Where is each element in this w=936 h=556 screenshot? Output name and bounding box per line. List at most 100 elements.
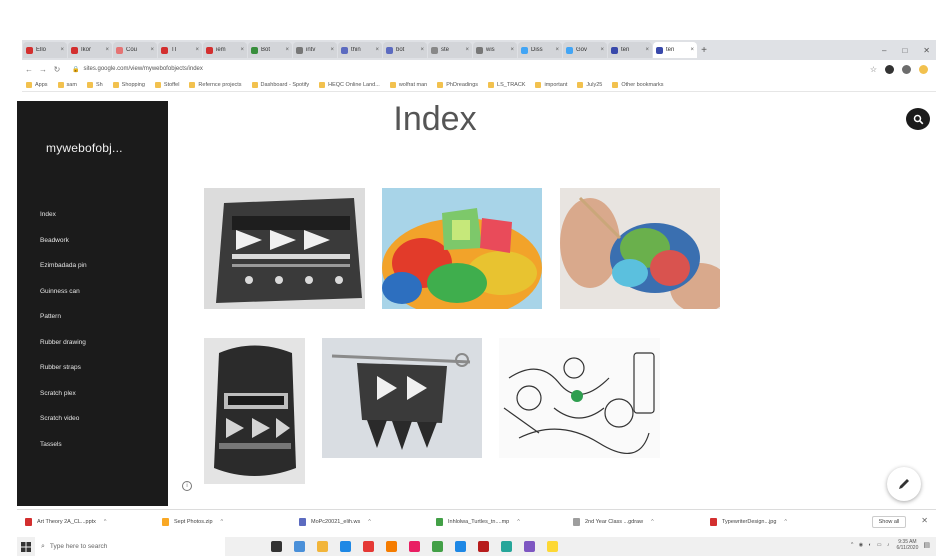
tab-close-icon[interactable]: ×: [510, 47, 514, 53]
browser-tab[interactable]: Diss ×: [518, 42, 562, 58]
taskbar-app-icon[interactable]: [478, 541, 489, 552]
chevron-up-icon[interactable]: ^: [784, 519, 787, 525]
nav-item[interactable]: Scratch video: [40, 406, 87, 432]
tab-close-icon[interactable]: ×: [285, 47, 289, 53]
notifications-icon[interactable]: ▤: [923, 541, 930, 549]
bookmark-item[interactable]: wolfrat man: [389, 81, 427, 88]
bookmark-item[interactable]: Dashboard - Spotify: [251, 81, 309, 88]
taskbar-app-icon[interactable]: [340, 541, 351, 552]
gallery-image-rubber-drawing[interactable]: [499, 338, 660, 458]
download-item[interactable]: Inhlolwa_Turtles_tn....mp ^: [428, 517, 565, 526]
browser-tab[interactable]: Cou ×: [113, 42, 157, 58]
browser-tab[interactable]: iem ×: [203, 42, 247, 58]
tray-icons[interactable]: ^ ◉ ◐ ▭ ♪: [851, 542, 892, 548]
nav-item[interactable]: Tassels: [40, 432, 87, 458]
minimize-button[interactable]: –: [882, 46, 886, 55]
tab-close-icon[interactable]: ×: [240, 47, 244, 53]
nav-item[interactable]: Ezimbadada pin: [40, 253, 87, 279]
close-window-button[interactable]: ✕: [923, 46, 930, 55]
info-icon[interactable]: i: [182, 481, 192, 491]
reload-icon[interactable]: ↻: [50, 65, 64, 74]
bookmark-item[interactable]: important: [535, 81, 567, 88]
download-item[interactable]: Art Theory 2A_CL...pptx ^: [17, 517, 154, 526]
url-field[interactable]: 🔒 sites.google.com/view/mywebofobjects/i…: [72, 63, 870, 75]
browser-tab[interactable]: wis ×: [473, 42, 517, 58]
maximize-button[interactable]: □: [902, 46, 907, 55]
bookmark-item[interactable]: Other bookmarks: [612, 81, 664, 88]
browser-tab[interactable]: bot ×: [383, 42, 427, 58]
start-button[interactable]: [17, 537, 35, 556]
back-icon[interactable]: ←: [22, 65, 36, 74]
tab-close-icon[interactable]: ×: [600, 47, 604, 53]
taskbar-app-icon[interactable]: [317, 541, 328, 552]
site-name[interactable]: mywebofobj...: [46, 141, 123, 155]
extension-icon[interactable]: [885, 64, 894, 74]
taskbar-app-icon[interactable]: [547, 541, 558, 552]
tab-close-icon[interactable]: ×: [420, 47, 424, 53]
forward-icon[interactable]: →: [36, 65, 50, 74]
tab-close-icon[interactable]: ×: [105, 47, 109, 53]
tab-close-icon[interactable]: ×: [690, 47, 694, 53]
gallery-image-beading-hands[interactable]: [560, 188, 720, 309]
browser-tab[interactable]: ste ×: [428, 42, 472, 58]
show-all-downloads-button[interactable]: Show all: [872, 516, 906, 528]
chevron-up-icon[interactable]: ^: [221, 519, 224, 525]
chevron-up-icon[interactable]: ^: [517, 519, 520, 525]
taskbar-search-field[interactable]: ⌕ Type here to search: [35, 537, 225, 556]
browser-tab[interactable]: Ikor ×: [68, 42, 112, 58]
clock[interactable]: 9:35 AM 6/11/2020: [897, 539, 919, 551]
taskbar-app-icon[interactable]: [409, 541, 420, 552]
browser-tab[interactable]: TI ×: [158, 42, 202, 58]
download-item[interactable]: Sept Photos.zip ^: [154, 517, 291, 526]
browser-tab[interactable]: Gov ×: [563, 42, 607, 58]
new-tab-button[interactable]: +: [697, 45, 711, 56]
browser-tab[interactable]: Bot ×: [248, 42, 292, 58]
tab-close-icon[interactable]: ×: [195, 47, 199, 53]
bookmark-item[interactable]: Stoffel: [154, 81, 179, 88]
taskbar-app-icon[interactable]: [455, 541, 466, 552]
bookmark-item[interactable]: Sh: [86, 81, 103, 88]
gallery-image-safety-pin-beadwork[interactable]: [322, 338, 482, 458]
gallery-image-colored-beads[interactable]: [382, 188, 542, 309]
bookmark-item[interactable]: sam: [57, 81, 77, 88]
chevron-up-icon[interactable]: ^: [368, 519, 371, 525]
extension-icon[interactable]: [919, 64, 928, 74]
chevron-up-icon[interactable]: ^: [104, 519, 107, 525]
edit-button[interactable]: [887, 467, 921, 501]
download-item[interactable]: MoPc20021_elih.ws ^: [291, 517, 428, 526]
browser-tab[interactable]: thin ×: [338, 42, 382, 58]
nav-item[interactable]: Pattern: [40, 304, 87, 330]
nav-item[interactable]: Beadwork: [40, 228, 87, 254]
search-button[interactable]: [906, 108, 930, 130]
tab-close-icon[interactable]: ×: [60, 47, 64, 53]
bookmark-item[interactable]: July25: [577, 81, 602, 88]
taskbar-app-icon[interactable]: [432, 541, 443, 552]
taskbar-app-icon[interactable]: [386, 541, 397, 552]
taskbar-app-icon[interactable]: [501, 541, 512, 552]
tab-close-icon[interactable]: ×: [150, 47, 154, 53]
gallery-image-triangle-wallhanging[interactable]: [204, 188, 365, 309]
browser-tab[interactable]: ten ×: [653, 42, 697, 58]
nav-item[interactable]: Scratch plex: [40, 381, 87, 407]
taskbar-app-icon[interactable]: [524, 541, 535, 552]
bookmark-item[interactable]: PhDreadings: [437, 81, 478, 88]
bookmark-item[interactable]: Refernce projects: [189, 81, 242, 88]
tab-close-icon[interactable]: ×: [555, 47, 559, 53]
taskbar-app-icon[interactable]: [363, 541, 374, 552]
nav-item[interactable]: Index: [40, 202, 87, 228]
bookmark-item[interactable]: LS_TRACK: [488, 81, 525, 88]
chevron-up-icon[interactable]: ^: [651, 519, 654, 525]
tab-close-icon[interactable]: ×: [330, 47, 334, 53]
tab-close-icon[interactable]: ×: [645, 47, 649, 53]
nav-item[interactable]: Rubber drawing: [40, 330, 87, 356]
nav-item[interactable]: Rubber straps: [40, 355, 87, 381]
nav-item[interactable]: Guinness can: [40, 279, 87, 305]
close-downloads-bar-button[interactable]: ✕: [921, 516, 928, 525]
browser-tab[interactable]: Ello ×: [23, 42, 67, 58]
profile-avatar[interactable]: [902, 64, 911, 74]
browser-tab[interactable]: intv ×: [293, 42, 337, 58]
tab-close-icon[interactable]: ×: [465, 47, 469, 53]
browser-tab[interactable]: ten ×: [608, 42, 652, 58]
download-item[interactable]: TypewriterDesign...jpg ^: [702, 517, 839, 526]
download-item[interactable]: 2nd Year Class ...gdraw ^: [565, 517, 702, 526]
